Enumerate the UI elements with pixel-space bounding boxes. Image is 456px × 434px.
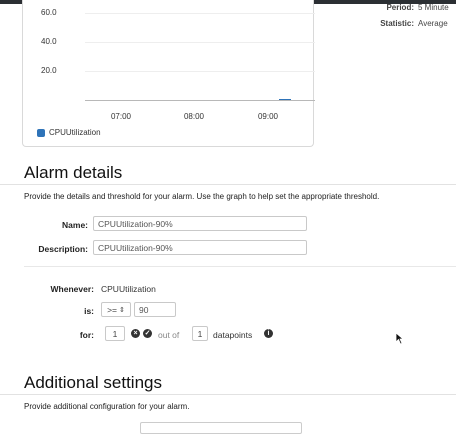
alarm-name-input[interactable] xyxy=(93,216,307,231)
datapoints-text: datapoints xyxy=(213,330,253,340)
operator-value: >= xyxy=(107,304,118,315)
chart-legend[interactable]: CPUUtilization xyxy=(37,128,101,137)
whenever-label: Whenever: xyxy=(50,284,94,294)
y-tick-label: 60.0 xyxy=(41,8,57,17)
x-tick-label: 07:00 xyxy=(110,112,132,121)
is-label: is: xyxy=(84,306,94,316)
additional-settings-heading: Additional settings xyxy=(24,373,162,392)
period-value: 5 Minute xyxy=(418,3,449,12)
gridline xyxy=(85,13,315,14)
gridline xyxy=(85,71,315,72)
alarm-details-heading: Alarm details xyxy=(24,163,123,182)
name-label: Name: xyxy=(62,220,88,230)
metric-name: CPUUtilization xyxy=(101,284,156,294)
select-arrows-icon: ⇕ xyxy=(119,306,125,314)
alarm-description-input[interactable] xyxy=(93,240,307,255)
periods-input[interactable]: 1 xyxy=(105,326,125,341)
operator-select[interactable]: >= ⇕ xyxy=(101,302,131,317)
remove-circle-icon[interactable]: × xyxy=(131,329,140,338)
y-tick-label: 20.0 xyxy=(41,66,57,75)
x-axis xyxy=(85,100,315,101)
additional-settings-hint: Provide additional configuration for you… xyxy=(24,402,190,411)
x-tick-label: 08:00 xyxy=(183,112,205,121)
mouse-pointer-icon xyxy=(395,332,404,345)
for-label: for: xyxy=(79,330,94,340)
cpu-series-line xyxy=(279,99,291,100)
info-icon[interactable]: i xyxy=(264,329,273,338)
section-divider xyxy=(0,184,456,185)
statistic-value: Average xyxy=(418,19,448,28)
check-circle-icon[interactable]: ✓ xyxy=(143,329,152,338)
description-label: Description: xyxy=(38,244,88,254)
legend-swatch xyxy=(37,128,45,137)
form-divider xyxy=(24,266,456,267)
section-divider xyxy=(0,394,456,395)
partial-input[interactable] xyxy=(140,422,302,434)
x-tick-label: 09:00 xyxy=(257,112,279,121)
statistic-info: Statistic: Average xyxy=(360,19,448,28)
alarm-details-hint: Provide the details and threshold for yo… xyxy=(24,192,380,201)
period-label: Period: xyxy=(386,3,414,12)
gridline xyxy=(85,42,315,43)
period-info: Period: 5 Minute xyxy=(360,3,449,12)
legend-label: CPUUtilization xyxy=(49,128,101,137)
metric-chart: 60.0 40.0 20.0 07:00 08:00 09:00 CPUUtil… xyxy=(22,0,315,147)
threshold-input[interactable] xyxy=(134,302,176,317)
datapoints-input[interactable]: 1 xyxy=(192,326,208,341)
y-tick-label: 40.0 xyxy=(41,37,57,46)
statistic-label: Statistic: xyxy=(380,19,414,28)
out-of-text: out of xyxy=(158,330,180,340)
